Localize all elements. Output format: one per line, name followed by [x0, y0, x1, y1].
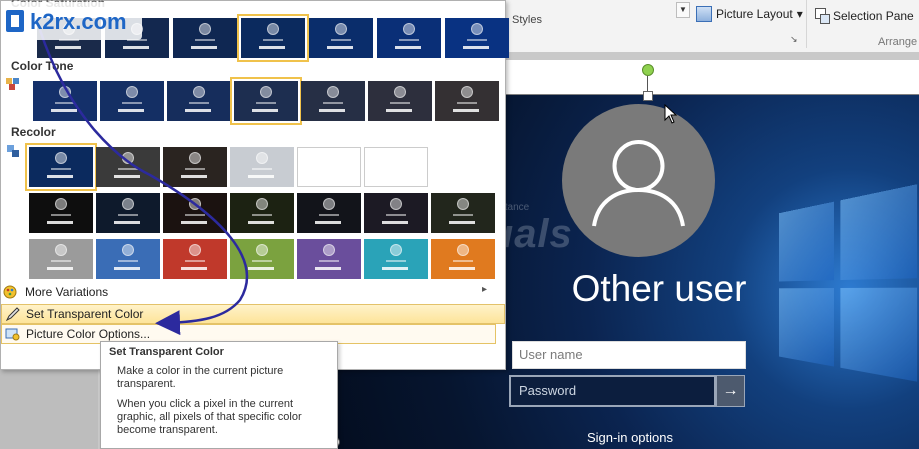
annotation-arrow — [38, 29, 249, 336]
site-logo-icon: k2rx.com — [2, 2, 142, 40]
site-logo-text: k2rx.com — [30, 9, 127, 34]
